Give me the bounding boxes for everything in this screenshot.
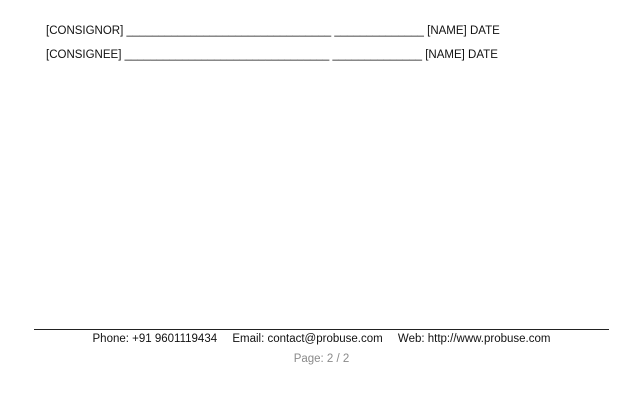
consignor-name-date: [NAME] DATE [427, 25, 500, 37]
consignor-date-blank: ______________ [334, 25, 424, 37]
footer-email: Email: contact@probuse.com [232, 333, 383, 345]
consignor-signature-line: [CONSIGNOR] ____________________________… [46, 24, 500, 38]
consignee-date-blank: ______________ [332, 49, 423, 61]
consignee-signature-blank: ________________________________ [124, 49, 330, 61]
consignee-label: [CONSIGNEE] [46, 49, 122, 61]
footer-web: Web: http://www.probuse.com [397, 333, 551, 345]
consignee-signature-line: [CONSIGNEE] ____________________________… [46, 48, 498, 62]
footer-contact-info: Phone: +91 9601119434 Email: contact@pro… [34, 332, 609, 346]
page-number: Page: 2 / 2 [293, 353, 350, 365]
consignee-name-date: [NAME] DATE [425, 49, 498, 61]
footer-phone: Phone: +91 9601119434 [92, 333, 218, 345]
consignor-signature-blank: ________________________________ [126, 25, 332, 37]
consignor-label: [CONSIGNOR] [46, 25, 124, 37]
footer-divider [34, 329, 609, 330]
